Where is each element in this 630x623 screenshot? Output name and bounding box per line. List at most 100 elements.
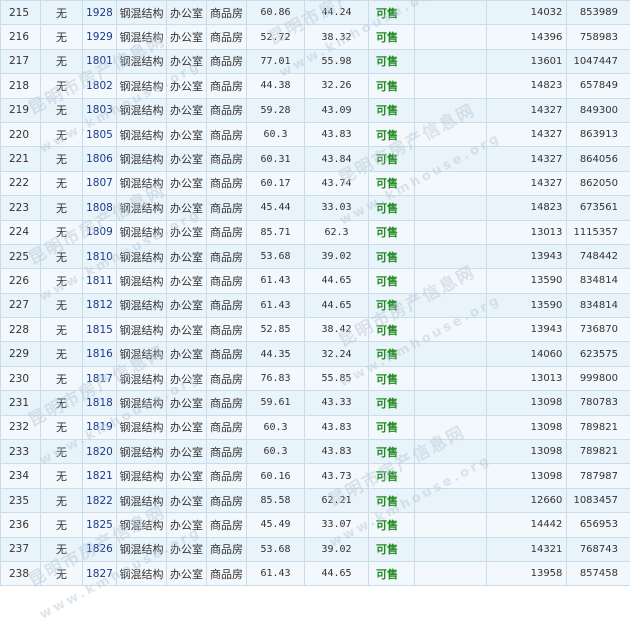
sale-status-cell: 可售 [369, 415, 415, 439]
room-number-cell: 1827 [83, 561, 117, 585]
property-type-cell: 商品房 [207, 464, 247, 488]
usage-cell: 办公室 [167, 147, 207, 171]
floor-area-cell: 61.43 [247, 561, 305, 585]
presale-flag-cell: 无 [41, 318, 83, 342]
sale-status-cell: 可售 [369, 537, 415, 561]
presale-flag-cell: 无 [41, 366, 83, 390]
table-row: 230无1817钢混结构办公室商品房76.8355.85可售1301399980… [1, 366, 630, 390]
property-type-cell: 商品房 [207, 366, 247, 390]
presale-flag-cell: 无 [41, 244, 83, 268]
table-row: 217无1801钢混结构办公室商品房77.0155.98可售1360110474… [1, 49, 630, 73]
usage-cell: 办公室 [167, 1, 207, 25]
table-row: 215无1928钢混结构办公室商品房60.8644.24可售1403285398… [1, 1, 630, 25]
row-number-cell: 226 [1, 269, 41, 293]
inner-area-cell: 44.65 [305, 269, 369, 293]
floor-area-cell: 45.49 [247, 513, 305, 537]
row-number-cell: 235 [1, 488, 41, 512]
total-price-cell: 1115357 [567, 220, 630, 244]
table-row: 227无1812钢混结构办公室商品房61.4344.65可售1359083481… [1, 293, 630, 317]
table-row: 219无1803钢混结构办公室商品房59.2843.09可售1432784930… [1, 98, 630, 122]
structure-cell: 钢混结构 [117, 391, 167, 415]
floor-area-cell: 60.3 [247, 415, 305, 439]
property-type-cell: 商品房 [207, 342, 247, 366]
property-type-cell: 商品房 [207, 561, 247, 585]
structure-cell: 钢混结构 [117, 244, 167, 268]
inner-area-cell: 43.84 [305, 147, 369, 171]
usage-cell: 办公室 [167, 49, 207, 73]
unit-price-cell: 13098 [487, 464, 567, 488]
table-row: 237无1826钢混结构办公室商品房53.6839.02可售1432176874… [1, 537, 630, 561]
inner-area-cell: 44.65 [305, 293, 369, 317]
inner-area-cell: 43.33 [305, 391, 369, 415]
empty-cell [415, 74, 487, 98]
floor-area-cell: 60.3 [247, 440, 305, 464]
structure-cell: 钢混结构 [117, 293, 167, 317]
usage-cell: 办公室 [167, 220, 207, 244]
sale-status-cell: 可售 [369, 464, 415, 488]
total-price-cell: 673561 [567, 196, 630, 220]
row-number-cell: 215 [1, 1, 41, 25]
table-row: 224无1809钢混结构办公室商品房85.7162.3可售13013111535… [1, 220, 630, 244]
table-row: 226无1811钢混结构办公室商品房61.4344.65可售1359083481… [1, 269, 630, 293]
presale-flag-cell: 无 [41, 342, 83, 366]
unit-price-cell: 13943 [487, 318, 567, 342]
inner-area-cell: 38.32 [305, 25, 369, 49]
inner-area-cell: 39.02 [305, 244, 369, 268]
row-number-cell: 221 [1, 147, 41, 171]
usage-cell: 办公室 [167, 293, 207, 317]
inner-area-cell: 62.3 [305, 220, 369, 244]
structure-cell: 钢混结构 [117, 98, 167, 122]
structure-cell: 钢混结构 [117, 342, 167, 366]
usage-cell: 办公室 [167, 25, 207, 49]
table-row: 233无1820钢混结构办公室商品房60.343.83可售13098789821 [1, 440, 630, 464]
table-row: 218无1802钢混结构办公室商品房44.3832.26可售1482365784… [1, 74, 630, 98]
row-number-cell: 231 [1, 391, 41, 415]
floor-area-cell: 60.86 [247, 1, 305, 25]
inner-area-cell: 43.74 [305, 171, 369, 195]
room-number-cell: 1816 [83, 342, 117, 366]
total-price-cell: 999800 [567, 366, 630, 390]
row-number-cell: 230 [1, 366, 41, 390]
unit-price-cell: 14327 [487, 171, 567, 195]
row-number-cell: 229 [1, 342, 41, 366]
sale-status-cell: 可售 [369, 122, 415, 146]
inner-area-cell: 55.98 [305, 49, 369, 73]
presale-flag-cell: 无 [41, 220, 83, 244]
sale-status-cell: 可售 [369, 318, 415, 342]
row-number-cell: 232 [1, 415, 41, 439]
floor-area-cell: 53.68 [247, 244, 305, 268]
table-row: 238无1827钢混结构办公室商品房61.4344.65可售1395885745… [1, 561, 630, 585]
room-number-cell: 1815 [83, 318, 117, 342]
sale-status-cell: 可售 [369, 513, 415, 537]
total-price-cell: 789821 [567, 440, 630, 464]
floor-area-cell: 60.3 [247, 122, 305, 146]
room-number-cell: 1810 [83, 244, 117, 268]
total-price-cell: 789821 [567, 415, 630, 439]
floor-area-cell: 60.31 [247, 147, 305, 171]
unit-price-cell: 14823 [487, 74, 567, 98]
property-type-cell: 商品房 [207, 74, 247, 98]
table-row: 236无1825钢混结构办公室商品房45.4933.07可售1444265695… [1, 513, 630, 537]
room-number-cell: 1825 [83, 513, 117, 537]
floor-area-cell: 44.35 [247, 342, 305, 366]
empty-cell [415, 366, 487, 390]
sale-status-cell: 可售 [369, 196, 415, 220]
property-type-cell: 商品房 [207, 293, 247, 317]
inner-area-cell: 33.07 [305, 513, 369, 537]
unit-price-cell: 14060 [487, 342, 567, 366]
empty-cell [415, 415, 487, 439]
presale-flag-cell: 无 [41, 488, 83, 512]
empty-cell [415, 391, 487, 415]
floor-area-cell: 60.16 [247, 464, 305, 488]
empty-cell [415, 488, 487, 512]
property-type-cell: 商品房 [207, 488, 247, 512]
sale-status-cell: 可售 [369, 171, 415, 195]
presale-flag-cell: 无 [41, 440, 83, 464]
room-number-cell: 1803 [83, 98, 117, 122]
presale-flag-cell: 无 [41, 98, 83, 122]
unit-price-cell: 13098 [487, 391, 567, 415]
property-type-cell: 商品房 [207, 440, 247, 464]
usage-cell: 办公室 [167, 440, 207, 464]
property-type-cell: 商品房 [207, 415, 247, 439]
empty-cell [415, 147, 487, 171]
